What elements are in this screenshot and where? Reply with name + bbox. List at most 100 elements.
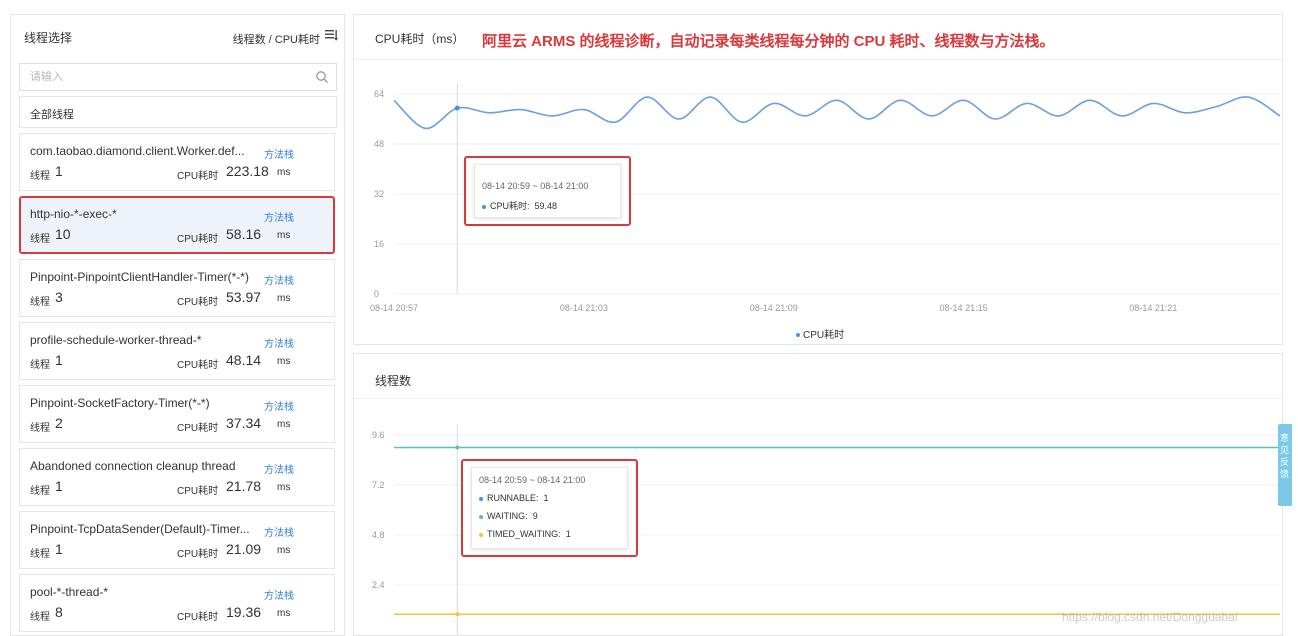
thread-tooltip: 08-14 20:59 ~ 08-14 21:00 RUNNABLE: 1 WA… [461, 459, 638, 557]
cpu-time-label: CPU耗时 [177, 549, 219, 560]
cpu-tooltip-time: 08-14 20:59 ~ 08-14 21:00 [482, 181, 589, 191]
tooltip-value: 1 [543, 493, 549, 503]
hover-point [454, 105, 460, 111]
cpu-time-value: 21.09 [226, 541, 262, 557]
thread-count-value: 2 [55, 415, 63, 431]
thread-count-label: 线程 [30, 297, 50, 308]
thread-list-item[interactable]: com.taobao.diamond.client.Worker.def... 方… [19, 133, 335, 191]
search-box[interactable] [19, 63, 337, 91]
y-tick-label: 4.8 [372, 530, 385, 540]
thread-list-item[interactable]: Abandoned connection cleanup thread 方法栈 线程… [19, 448, 335, 506]
thread-count-label: 线程 [30, 171, 50, 182]
cpu-time-unit: ms [277, 356, 291, 367]
thread-list-item[interactable]: http-nio-*-exec-* 方法栈 线程 10 CPU耗时 58.16 ms [19, 196, 335, 254]
thread-name: pool-*-thread-* [30, 585, 109, 599]
cpu-tooltip-dot [482, 204, 486, 209]
cpu-time-unit: ms [277, 545, 291, 556]
thread-list-item[interactable]: profile-schedule-worker-thread-* 方法栈 线程 1 CP… [19, 322, 335, 380]
sort-toggle[interactable]: 线程数 / CPU耗时 [233, 31, 320, 47]
method-stack-link[interactable]: 方法栈 [264, 146, 294, 161]
y-tick-label: 0 [374, 289, 379, 299]
thread-count-value: 1 [55, 163, 63, 179]
thread-tooltip-time: 08-14 20:59 ~ 08-14 21:00 [479, 475, 586, 485]
all-threads-label: 全部线程 [30, 109, 74, 121]
method-stack-link[interactable]: 方法栈 [264, 335, 294, 350]
cpu-series-line[interactable] [393, 96, 1281, 130]
cpu-time-value: 53.97 [226, 289, 262, 305]
x-tick-label: 08-14 21:15 [940, 303, 988, 313]
thread-count-value: 3 [55, 289, 63, 305]
thread-count-label: 线程 [30, 234, 50, 245]
tooltip-label: RUNNABLE [487, 493, 537, 503]
cpu-time-value: 58.16 [226, 226, 262, 242]
watermark: https://blog.csdn.net/Dongguabai [1062, 610, 1238, 624]
legend-dot [796, 333, 800, 337]
thread-name: Pinpoint-TcpDataSender(Default)-Timer... [30, 522, 250, 536]
cpu-time-unit: ms [277, 230, 291, 241]
method-stack-link[interactable]: 方法栈 [264, 587, 294, 602]
x-tick-label: 08-14 21:03 [560, 303, 608, 313]
legend-label: CPU耗时 [803, 329, 844, 341]
feedback-tab[interactable]: 意见反馈 [1278, 424, 1292, 506]
search-input[interactable] [20, 64, 310, 90]
search-icon[interactable] [315, 70, 329, 84]
cpu-tooltip-label: CPU耗时 [490, 201, 528, 211]
y-tick-label: 48 [374, 139, 384, 149]
cpu-time-unit: ms [277, 419, 291, 430]
tooltip-value: 1 [565, 529, 571, 539]
y-tick-label: 32 [374, 189, 384, 199]
cpu-time-panel: CPU耗时（ms） 阿里云 ARMS 的线程诊断，自动记录每类线程每分钟的 CP… [353, 14, 1283, 345]
cpu-time-unit: ms [277, 608, 291, 619]
thread-tooltip-row-runnable: RUNNABLE: 1 [479, 493, 549, 503]
runnable-dot [479, 496, 483, 501]
cpu-time-label: CPU耗时 [177, 234, 219, 245]
method-stack-link[interactable]: 方法栈 [264, 398, 294, 413]
thread-count-value: 1 [55, 352, 63, 368]
cpu-time-label: CPU耗时 [177, 171, 219, 182]
timed-waiting-dot [479, 532, 483, 537]
x-tick-label: 08-14 21:21 [1129, 303, 1177, 313]
y-tick-label: 64 [374, 89, 384, 99]
thread-count-label: 线程 [30, 360, 50, 371]
thread-list-item[interactable]: pool-*-thread-* 方法栈 线程 8 CPU耗时 19.36 ms [19, 574, 335, 632]
thread-list-item[interactable]: Pinpoint-SocketFactory-Timer(*-*) 方法栈 线程 2 C… [19, 385, 335, 443]
tooltip-value: 9 [532, 511, 538, 521]
method-stack-link[interactable]: 方法栈 [264, 209, 294, 224]
cpu-time-unit: ms [277, 293, 291, 304]
thread-list-item[interactable]: Pinpoint-PinpointClientHandler-Timer(*-*… [19, 259, 335, 317]
cpu-tooltip: 08-14 20:59 ~ 08-14 21:00 CPU耗时: 59.48 [464, 156, 631, 226]
thread-selection-panel: 线程选择 线程数 / CPU耗时 全部线程 com.taobao.diamond… [10, 14, 345, 636]
thread-name: Pinpoint-PinpointClientHandler-Timer(*-*… [30, 270, 249, 284]
cpu-time-value: 37.34 [226, 415, 262, 431]
thread-selection-header: 线程选择 线程数 / CPU耗时 [11, 15, 344, 59]
y-tick-label: 2.4 [372, 580, 385, 590]
cpu-time-label: CPU耗时 [177, 297, 219, 308]
thread-tooltip-row-waiting: WAITING: 9 [479, 511, 538, 521]
method-stack-link[interactable]: 方法栈 [264, 524, 294, 539]
cpu-tooltip-row: CPU耗时: 59.48 [482, 199, 557, 212]
cpu-time-value: 48.14 [226, 352, 262, 368]
cpu-time-value: 21.78 [226, 478, 262, 494]
x-tick-label: 08-14 20:57 [370, 303, 418, 313]
cpu-tooltip-value: 59.48 [534, 201, 558, 211]
method-stack-link[interactable]: 方法栈 [264, 272, 294, 287]
thread-count-panel: 线程数 2.4 4.8 7.2 9.6 08-14 20:59 ~ 08-14 21:… [353, 353, 1283, 636]
cpu-time-value: 223.18 [226, 163, 269, 179]
thread-name: com.taobao.diamond.client.Worker.def... [30, 144, 245, 158]
thread-name: profile-schedule-worker-thread-* [30, 333, 202, 347]
method-stack-link[interactable]: 方法栈 [264, 461, 294, 476]
all-threads-item[interactable]: 全部线程 [19, 96, 337, 128]
thread-count-label: 线程 [30, 423, 50, 434]
cpu-time-value: 19.36 [226, 604, 262, 620]
thread-count-value: 1 [55, 478, 63, 494]
thread-list-item[interactable]: Pinpoint-TcpDataSender(Default)-Timer...… [19, 511, 335, 569]
thread-count-label: 线程 [30, 486, 50, 497]
y-tick-label: 9.6 [372, 430, 385, 440]
cpu-time-unit: ms [277, 167, 291, 178]
tooltip-label: WAITING [487, 511, 526, 521]
sort-icon[interactable] [324, 28, 338, 42]
thread-count-value: 8 [55, 604, 63, 620]
cpu-time-label: CPU耗时 [177, 423, 219, 434]
thread-name: http-nio-*-exec-* [30, 207, 117, 221]
tooltip-label: TIMED_WAITING [487, 529, 559, 539]
